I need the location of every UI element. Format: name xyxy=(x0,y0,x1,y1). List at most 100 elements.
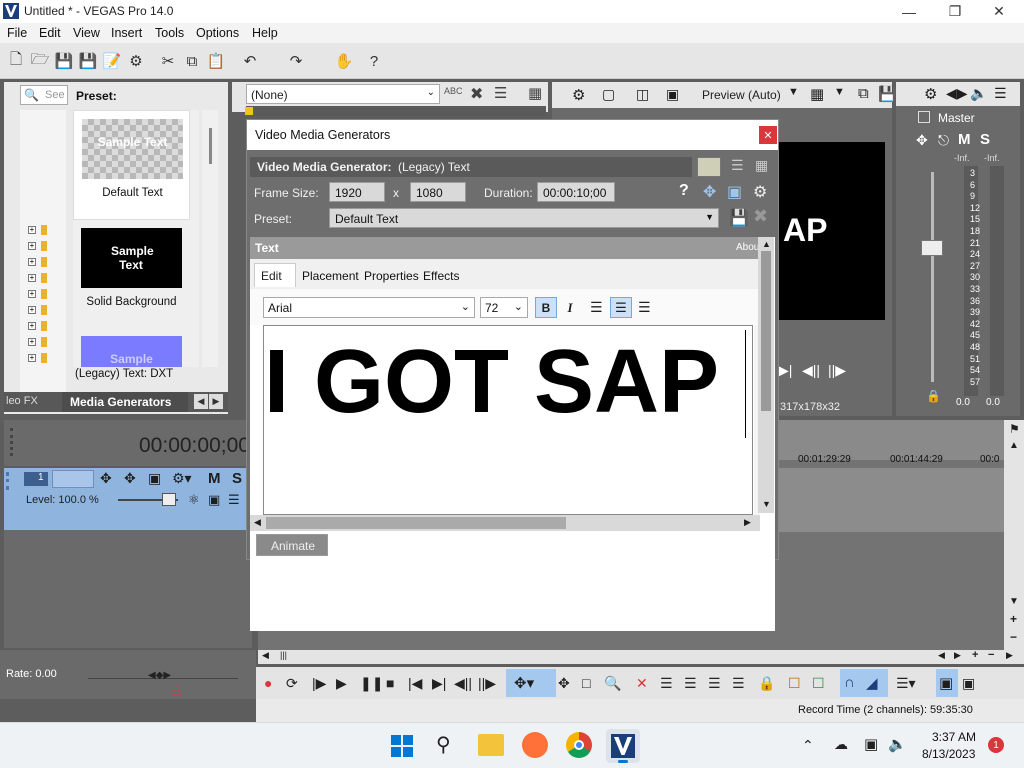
preset-solid-background[interactable]: Sample Text Solid Background xyxy=(73,228,190,318)
tab-effects[interactable]: Effects xyxy=(423,269,459,283)
frame-height-input[interactable]: 1080 xyxy=(410,182,466,202)
scroll-right-icon[interactable]: ▶ xyxy=(954,650,961,661)
zoom-out-icon[interactable]: − xyxy=(988,649,994,661)
compositing-icon[interactable]: ▣ xyxy=(148,470,161,487)
expand-icon[interactable]: + xyxy=(28,338,36,346)
duration-input[interactable]: 00:00:10;00 xyxy=(537,182,615,202)
menu-options[interactable]: Options xyxy=(196,26,239,40)
preview-gear-icon[interactable]: ⚙ xyxy=(572,86,585,104)
redo-icon[interactable]: ↷ xyxy=(286,51,306,71)
scroll-right-icon[interactable]: ▶ xyxy=(1006,650,1013,661)
master-solo[interactable]: S xyxy=(980,131,990,148)
track-expand-icon[interactable]: ☰ xyxy=(228,492,240,508)
menu-insert[interactable]: Insert xyxy=(111,26,142,40)
scroll-thumb[interactable]: ||| xyxy=(280,650,287,660)
cut-icon[interactable]: ✂ xyxy=(158,51,178,71)
expand-icon[interactable]: + xyxy=(28,354,36,362)
scroll-left-icon[interactable]: ◀ xyxy=(262,650,269,661)
tab-edit[interactable]: Edit xyxy=(254,263,296,287)
plugin-chain-icon[interactable]: ✥ xyxy=(703,182,716,202)
track-motion-icon[interactable]: ✥ xyxy=(100,470,112,487)
menu-help[interactable]: Help xyxy=(252,26,278,40)
clock-time[interactable]: 3:37 AM xyxy=(932,730,976,744)
text-edit-area[interactable]: I GOT SAP xyxy=(263,325,753,515)
close-icon[interactable]: ✕ xyxy=(976,0,1022,23)
play-icon[interactable]: ▶ xyxy=(336,675,347,692)
expand-icon[interactable]: + xyxy=(28,274,36,282)
notification-badge[interactable]: 1 xyxy=(988,737,1004,753)
menu-file[interactable]: File xyxy=(7,26,27,40)
network-offline-icon[interactable]: ☁ xyxy=(834,736,848,753)
horizontal-scrollbar[interactable]: ◀ ||| ◀ ▶ + − ▶ xyxy=(258,649,1024,664)
lock-icon[interactable]: 🔒 xyxy=(926,389,941,403)
chrome-icon[interactable] xyxy=(566,732,592,758)
tab-properties[interactable]: Properties xyxy=(364,269,419,283)
italic-button[interactable]: I xyxy=(559,297,581,318)
copy-snapshot-icon[interactable]: ⧉ xyxy=(858,85,869,102)
normal-edit-tool[interactable]: ✥▾ xyxy=(506,669,556,697)
track-name-field[interactable] xyxy=(52,470,94,488)
save-as-icon[interactable]: 💾 xyxy=(78,51,98,71)
preset-scrollbar[interactable] xyxy=(202,110,218,367)
chain-icon[interactable]: ☰ xyxy=(494,84,507,102)
expand-icon[interactable]: + xyxy=(28,290,36,298)
tab-video-fx[interactable]: leo FX xyxy=(6,395,38,407)
menu-view[interactable]: View xyxy=(73,26,100,40)
scroll-up-icon[interactable]: ▲ xyxy=(762,239,771,249)
delete-icon[interactable]: ✕ xyxy=(636,675,648,692)
paste-icon[interactable]: 📋 xyxy=(206,51,226,71)
master-fx-icon[interactable]: ✥ xyxy=(916,132,928,149)
text-hscrollbar[interactable]: ◀ ▶ xyxy=(250,515,760,531)
zoom-in-icon[interactable]: + xyxy=(972,649,978,661)
properties-gear-icon[interactable]: ⚙ xyxy=(126,51,146,71)
track-solo[interactable]: S xyxy=(232,470,242,487)
level-slider-handle[interactable] xyxy=(162,493,176,506)
speaker-icon[interactable]: 🔈 xyxy=(970,85,987,102)
auto-crossfade-icon[interactable]: ◢ xyxy=(866,674,878,692)
pause-icon[interactable]: ❚❚ xyxy=(360,675,383,692)
snap-magnet-icon[interactable]: ∩ xyxy=(844,674,855,691)
dialog-close-icon[interactable]: ✕ xyxy=(759,126,777,144)
downmix-icon[interactable]: ◀▶ xyxy=(946,85,968,102)
event-lock-icon[interactable]: ▣ xyxy=(939,674,953,692)
stop-icon[interactable]: ■ xyxy=(386,675,394,691)
search-icon[interactable]: ⚲ xyxy=(436,732,451,757)
expand-icon[interactable]: + xyxy=(28,226,36,234)
master-plug-icon[interactable]: ⎋ xyxy=(938,132,949,149)
minimize-icon[interactable]: — xyxy=(886,0,932,23)
file-explorer-icon[interactable] xyxy=(478,734,504,756)
scroll-down-icon[interactable]: ▼ xyxy=(762,499,771,509)
save-preset-icon[interactable]: 💾 xyxy=(729,208,749,228)
remove-fx-icon[interactable]: ✖ xyxy=(470,84,483,104)
zoom-out-icon[interactable]: − xyxy=(1010,630,1017,644)
scroll-thumb[interactable] xyxy=(266,517,566,529)
tab-placement[interactable]: Placement xyxy=(302,269,359,283)
tab-media-generators[interactable]: Media Generators xyxy=(62,392,188,412)
plugin-manager-icon[interactable]: ✋ xyxy=(334,51,354,71)
composite-child-icon[interactable]: ⚛ xyxy=(188,492,200,508)
expand-icon[interactable]: + xyxy=(28,258,36,266)
scroll-left-icon[interactable]: ◀ xyxy=(938,650,945,661)
delete-preset-icon[interactable]: ✖ xyxy=(753,206,768,227)
menu-edit[interactable]: Edit xyxy=(39,26,61,40)
external-monitor-icon[interactable]: ▢ xyxy=(602,86,615,103)
preview-quality-dropdown[interactable]: Preview (Auto) xyxy=(702,88,781,102)
vertical-scrollbar[interactable]: ⚑ ▲ ▼ + − xyxy=(1004,420,1024,650)
help-icon[interactable]: ? xyxy=(364,51,384,71)
scroll-left-icon[interactable]: ◀ xyxy=(254,517,261,528)
view-details-icon[interactable]: ☰ xyxy=(731,157,744,174)
marker-icon[interactable]: ☐ xyxy=(788,675,801,692)
align-right-icon[interactable]: ☰ xyxy=(638,299,651,316)
font-dropdown[interactable]: Arial ⌄ xyxy=(263,297,475,318)
split-icon[interactable]: ☰ xyxy=(708,675,721,692)
frame-width-input[interactable]: 1920 xyxy=(329,182,385,202)
prev-marker-icon[interactable]: ◀|| xyxy=(802,362,820,379)
fx-dropdown[interactable]: (None) ⌄ xyxy=(246,84,440,104)
master-gear-icon[interactable]: ⚙ xyxy=(924,85,937,103)
overlay-icon[interactable]: ▣ xyxy=(666,86,679,103)
preset-dropdown[interactable]: Default Text ▼ xyxy=(329,208,719,228)
fx-settings-icon[interactable]: ▦ xyxy=(528,84,542,102)
scroll-thumb[interactable] xyxy=(761,251,771,411)
next-frame-icon[interactable]: ||▶ xyxy=(478,675,496,692)
view-list-icon[interactable] xyxy=(697,157,721,177)
